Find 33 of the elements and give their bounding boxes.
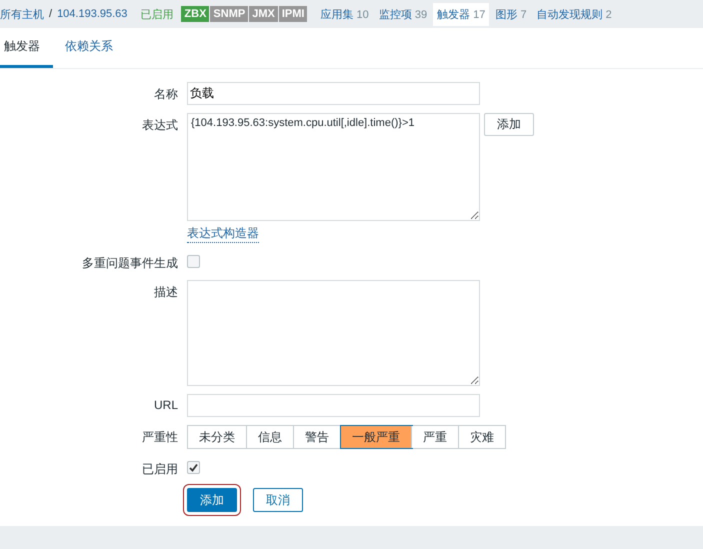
field-label: 严重性 — [141, 429, 178, 446]
breadcrumb-separator: / — [49, 8, 52, 20]
field-label: 名称 — [153, 86, 178, 103]
input-field[interactable]: 负载 — [187, 82, 480, 105]
field-label: 描述 — [153, 284, 178, 301]
text-area[interactable]: {104.193.95.63:system.cpu.util[,idle].time()}>1 — [187, 113, 480, 221]
nav-tab[interactable]: 应用集 10 — [316, 2, 373, 26]
expression-builder-link[interactable]: 表达式构造器 — [187, 225, 259, 243]
input-field[interactable] — [187, 394, 480, 417]
availability-badge: IPMI — [278, 6, 308, 22]
field-label: 表达式 — [141, 117, 178, 134]
cancel-button[interactable]: 取消 — [253, 488, 303, 512]
availability-badge: SNMP — [210, 6, 250, 22]
text-area[interactable] — [187, 280, 480, 386]
field-label: 已启用 — [141, 461, 178, 478]
status-label: 已启用 — [140, 8, 174, 22]
tab[interactable]: 依赖关系 — [61, 28, 126, 68]
checkbox[interactable] — [187, 255, 200, 268]
availability-badge: JMX — [249, 6, 279, 22]
field-label: URL — [152, 397, 178, 412]
field-label: 多重问题事件生成 — [81, 255, 178, 272]
severity-option[interactable]: 一般严重 — [341, 426, 412, 448]
nav-tab[interactable]: 图形 7 — [491, 2, 531, 26]
tab[interactable]: 触发器 — [0, 28, 53, 68]
nav-tab[interactable]: 触发器 17 — [433, 2, 490, 26]
breadcrumb-link[interactable]: 104.193.95.63 — [57, 8, 128, 20]
nav-tab[interactable]: 监控项 39 — [374, 2, 432, 26]
add-button[interactable]: 添加 — [484, 113, 534, 136]
checkbox[interactable] — [187, 461, 200, 474]
availability-badge: ZBX — [181, 6, 210, 22]
breadcrumb-link[interactable]: 所有主机 — [0, 6, 44, 22]
nav-tab[interactable]: 自动发现规则 2 — [532, 2, 616, 26]
severity-option[interactable]: 严重 — [412, 426, 459, 448]
